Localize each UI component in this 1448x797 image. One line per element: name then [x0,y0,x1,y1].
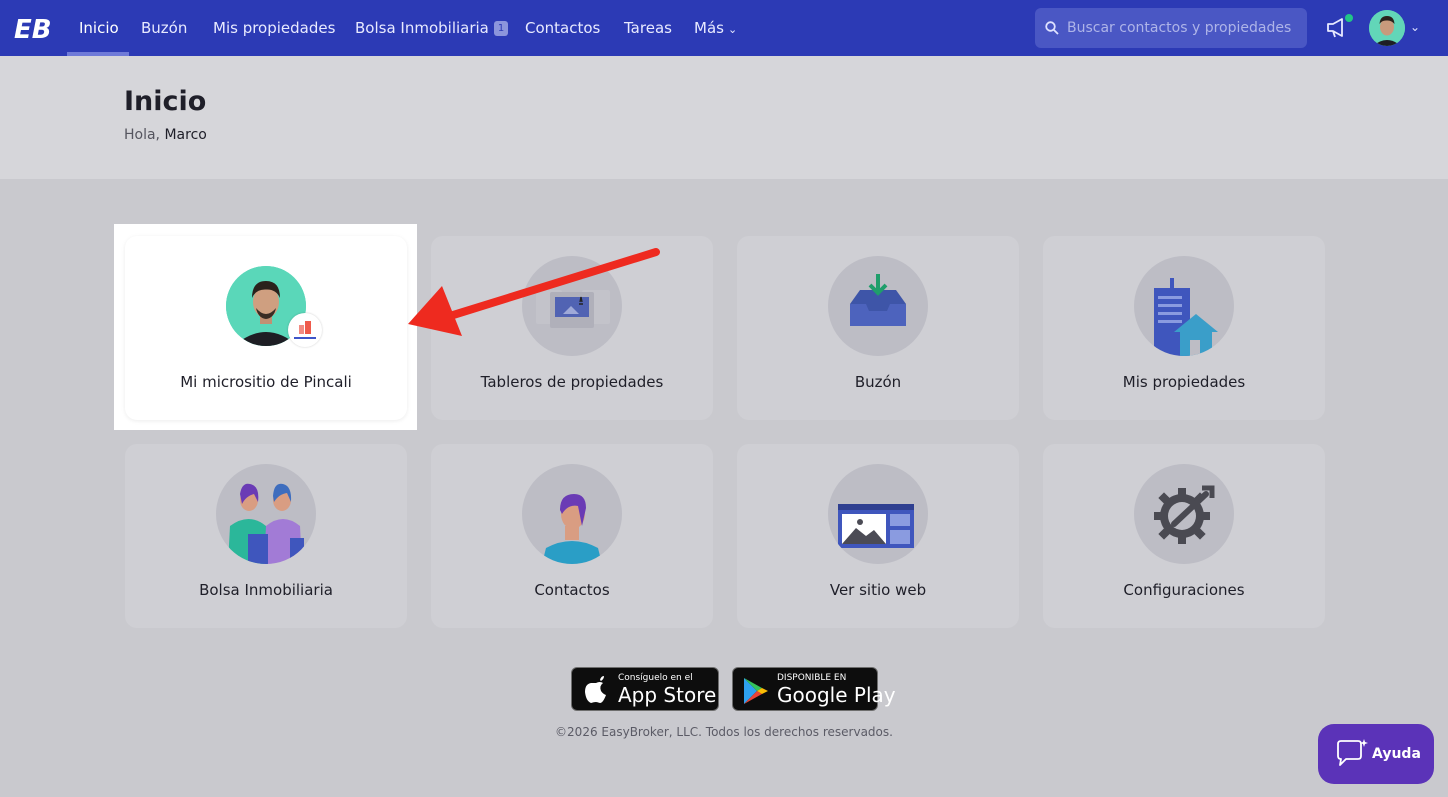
user-avatar[interactable] [1369,10,1405,46]
nav-mas[interactable]: Más ⌄ [694,0,737,56]
page-title: Inicio [124,86,207,117]
inbox-icon [828,256,928,356]
page-header [0,56,1448,179]
card-contactos[interactable]: Contactos [431,444,713,628]
easybroker-logo[interactable]: EB [14,12,52,44]
notification-dot [1345,14,1353,22]
footer-copyright: ©2026 EasyBroker, LLC. Todos los derecho… [555,725,893,739]
card-mis-propiedades[interactable]: Mis propiedades [1043,236,1325,420]
card-label: Configuraciones [1123,581,1245,599]
help-label: Ayuda [1372,746,1421,762]
nav-contactos[interactable]: Contactos [525,0,600,56]
google-play-big-text: Google Play [777,683,896,707]
nav-inicio[interactable]: Inicio [79,0,119,56]
app-store-big-text: App Store [618,683,717,707]
card-micrositio[interactable]: Mi micrositio de Pincali [125,236,407,420]
card-label: Buzón [854,373,902,391]
help-button[interactable]: Ayuda [1318,724,1434,784]
avatar-image [1369,10,1405,46]
buildings-icon [1154,278,1218,356]
website-icon [828,464,928,564]
nav-tareas[interactable]: Tareas [624,0,672,56]
people-icon [216,464,316,564]
chat-icon [1337,739,1368,766]
card-ver-sitio-web[interactable]: Ver sitio web [737,444,1019,628]
search-input[interactable] [1067,20,1302,36]
gear-icon [1134,464,1234,564]
gear-icon [1154,485,1215,544]
svg-text:EB: EB [14,15,52,44]
card-bolsa-inmobiliaria[interactable]: Bolsa Inmobiliaria [125,444,407,628]
card-buzon[interactable]: Buzón [737,236,1019,420]
chevron-down-icon: ⌄ [727,23,738,36]
greeting-prefix: Hola, [124,127,161,143]
search-box[interactable] [1035,8,1307,48]
nav-bolsa-label: Bolsa Inmobiliaria [355,19,489,37]
annotation-arrow [408,248,660,336]
buildings-icon [1134,256,1234,356]
card-label: Tableros de propiedades [480,373,664,391]
card-label: Mis propiedades [1122,373,1246,391]
pincali-logo-icon [288,313,322,347]
apple-icon [585,676,606,703]
website-icon [838,504,914,548]
card-label: Mi micrositio de Pincali [180,373,352,391]
nav-buzon[interactable]: Buzón [141,0,187,56]
app-store-badge[interactable]: Consíguelo en el App Store [571,667,719,711]
nav-mis-propiedades[interactable]: Mis propiedades [213,0,335,56]
contact-icon [522,464,622,564]
chevron-down-icon[interactable]: ⌄ [1410,20,1420,34]
nav-bolsa-inmobiliaria[interactable]: Bolsa Inmobiliaria 1 [355,0,509,56]
nav-mas-label: Más [694,19,724,37]
people-icon [228,483,304,564]
user-name: Marco [164,127,207,143]
top-navbar: EB Inicio Buzón Mis propiedades Bolsa In… [0,0,1448,56]
greeting: Hola, Marco [124,127,207,143]
card-label: Contactos [534,581,610,599]
nav-count-badge: 1 [493,21,509,36]
card-label: Bolsa Inmobiliaria [199,581,333,599]
inbox-icon [850,274,906,326]
search-icon [1045,21,1059,35]
app-store-small-text: Consíguelo en el [618,673,693,683]
contact-icon [542,494,602,564]
google-play-small-text: DISPONIBLE EN [777,673,847,683]
card-configuraciones[interactable]: Configuraciones [1043,444,1325,628]
pincali-logo-icon [294,321,316,339]
google-play-badge[interactable]: DISPONIBLE EN Google Play [732,667,896,711]
google-play-icon [744,678,768,704]
card-label: Ver sitio web [829,581,927,599]
